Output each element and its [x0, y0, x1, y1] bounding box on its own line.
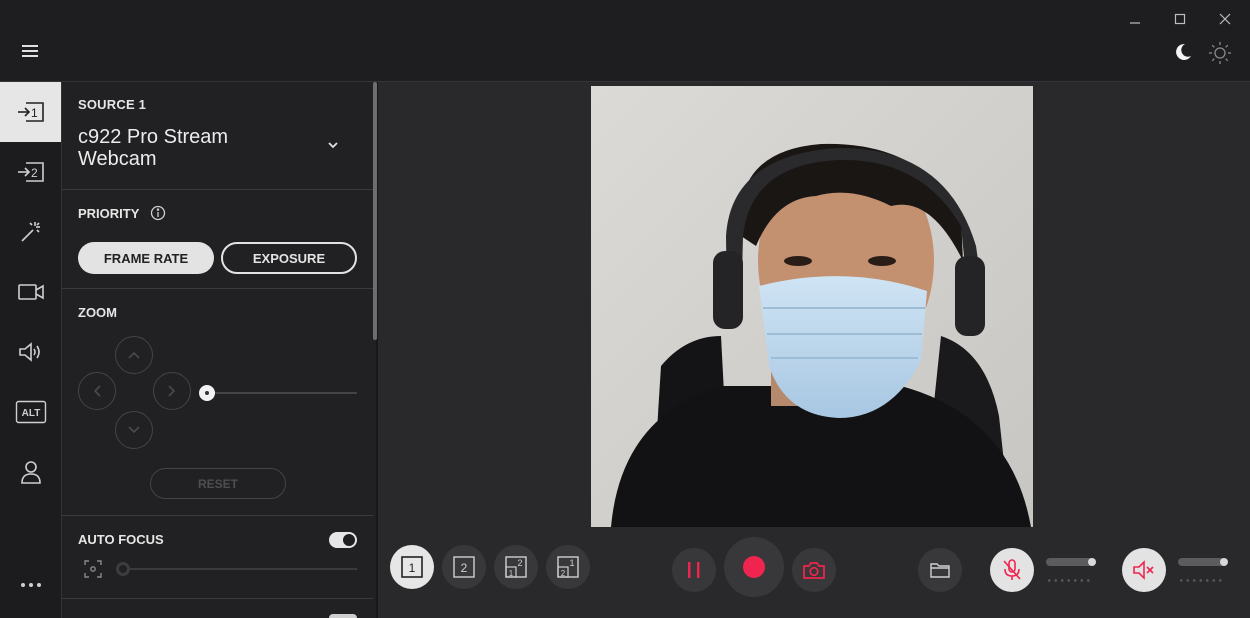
rail-item-account[interactable] [0, 442, 61, 502]
speaker-muted-icon [1133, 560, 1154, 580]
layout-2-icon: 2 [453, 556, 475, 578]
settings-panel: SOURCE 1 c922 Pro Stream Webcam PRIORITY… [62, 82, 376, 618]
divider [62, 288, 373, 289]
autofocus-toggle[interactable] [329, 532, 357, 548]
priority-label: PRIORITY [78, 206, 140, 221]
minimize-icon[interactable] [1124, 8, 1146, 30]
rail-item-audio[interactable] [0, 322, 61, 382]
pan-up-button[interactable] [115, 336, 153, 374]
source-2-icon: 2 [17, 162, 44, 182]
divider [62, 598, 373, 599]
rail-item-source-2[interactable]: 2 [0, 142, 61, 202]
pan-right-button[interactable] [153, 372, 191, 410]
rail-item-alt[interactable]: ALT [0, 382, 61, 442]
speaker-level-slider[interactable] [1178, 558, 1226, 566]
svg-text:2: 2 [461, 561, 468, 575]
zoom-label: ZOOM [78, 305, 117, 320]
title-bar [0, 0, 1250, 82]
maximize-icon[interactable] [1169, 8, 1191, 30]
speaker-button[interactable] [1122, 548, 1166, 592]
webcam-feed-image [591, 86, 1033, 527]
camera-icon [17, 284, 44, 300]
speaker-level-handle[interactable] [1220, 558, 1228, 566]
rail-item-effects[interactable] [0, 202, 61, 262]
divider [62, 189, 373, 190]
pan-left-button[interactable] [78, 372, 116, 410]
mic-level-slider[interactable] [1046, 558, 1094, 566]
sun-icon[interactable] [1208, 41, 1232, 65]
svg-text:1: 1 [509, 569, 514, 578]
mic-level-handle[interactable] [1088, 558, 1096, 566]
microphone-button[interactable] [990, 548, 1034, 592]
chevron-down-icon[interactable] [326, 138, 340, 152]
camera-preview [591, 86, 1033, 527]
chevron-right-icon [168, 385, 176, 397]
chevron-left-icon [93, 385, 101, 397]
reset-button[interactable]: RESET [150, 468, 286, 499]
divider [62, 515, 373, 516]
layout-pip-icon: 2 1 [557, 556, 579, 578]
alt-icon: ALT [15, 400, 46, 424]
autofocus-label: AUTO FOCUS [78, 532, 164, 547]
layout-pip-2-1-button[interactable]: 2 1 [546, 545, 590, 589]
mic-level-meter [1046, 579, 1092, 582]
side-rail: 1 2 ALT [0, 82, 62, 618]
layout-pip-icon: 1 2 [505, 556, 527, 578]
svg-text:2: 2 [31, 166, 38, 180]
mic-muted-icon [1003, 559, 1021, 580]
focus-slider-handle[interactable] [116, 562, 130, 576]
layout-second-button[interactable]: 2 [442, 545, 486, 589]
next-setting-toggle[interactable] [329, 614, 357, 618]
camera-icon [803, 562, 825, 579]
source-1-icon: 1 [17, 102, 44, 122]
rail-item-camera[interactable] [0, 262, 61, 322]
close-icon[interactable] [1214, 8, 1236, 30]
magic-wand-icon [20, 222, 40, 242]
svg-text:2: 2 [561, 569, 566, 578]
svg-text:1: 1 [31, 106, 38, 120]
hamburger-icon[interactable] [20, 42, 42, 60]
speaker-icon [18, 342, 40, 362]
zoom-slider-handle[interactable] [199, 385, 215, 401]
pause-button[interactable] [672, 548, 716, 592]
open-folder-button[interactable] [918, 548, 962, 592]
pan-down-button[interactable] [115, 411, 153, 449]
source-name[interactable]: c922 Pro Stream Webcam [78, 126, 308, 170]
pause-icon [688, 562, 700, 578]
svg-text:1: 1 [569, 558, 574, 568]
moon-icon[interactable] [1172, 41, 1194, 63]
panel-scrollbar[interactable] [373, 82, 377, 340]
chevron-up-icon [128, 351, 140, 359]
layout-pip-1-2-button[interactable]: 1 2 [494, 545, 538, 589]
info-icon[interactable] [150, 205, 166, 221]
folder-icon [930, 563, 950, 578]
source-label: SOURCE 1 [78, 97, 147, 112]
snapshot-button[interactable] [792, 548, 836, 592]
focus-slider-track[interactable] [120, 568, 357, 570]
focus-icon [84, 560, 102, 578]
exposure-button[interactable]: EXPOSURE [221, 242, 357, 274]
speaker-level-meter [1178, 579, 1224, 582]
svg-text:1: 1 [409, 561, 416, 575]
record-button[interactable] [724, 537, 784, 597]
zoom-slider-track[interactable] [206, 392, 357, 394]
preview-stage: 1 2 1 2 2 1 [378, 82, 1250, 618]
more-icon[interactable] [0, 572, 61, 598]
svg-text:ALT: ALT [21, 408, 40, 419]
rail-item-source-1[interactable]: 1 [0, 82, 61, 142]
svg-text:2: 2 [517, 558, 522, 568]
record-icon [743, 556, 765, 578]
chevron-down-icon [128, 426, 140, 434]
layout-single-button[interactable]: 1 [390, 545, 434, 589]
layout-1-icon: 1 [401, 556, 423, 578]
frame-rate-button[interactable]: FRAME RATE [78, 242, 214, 274]
user-icon [20, 461, 41, 484]
